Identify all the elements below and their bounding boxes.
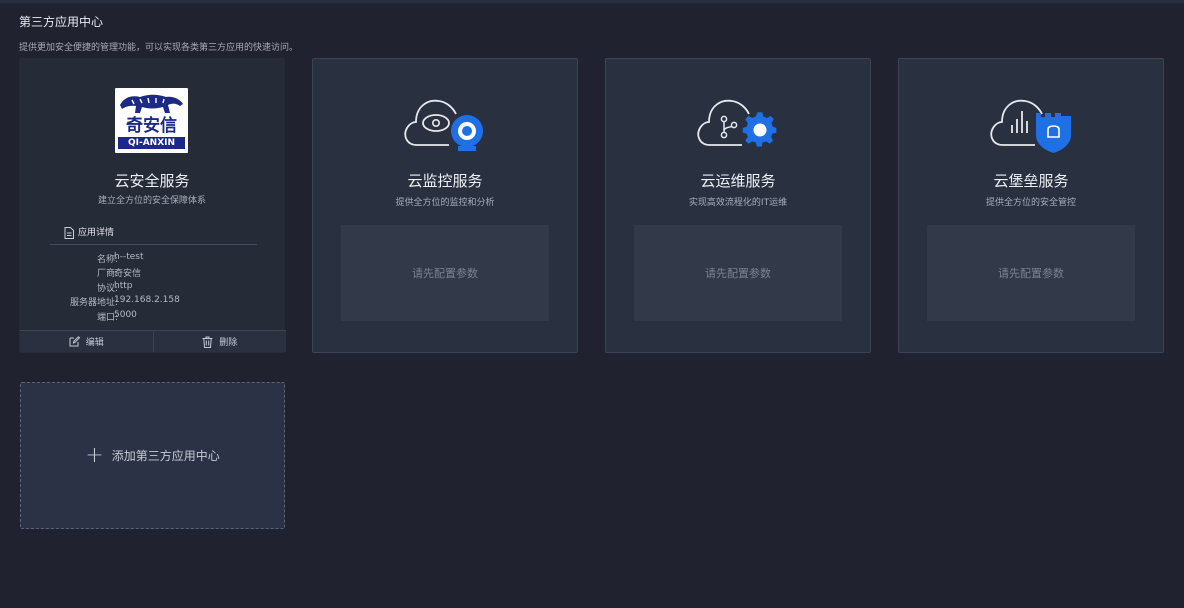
app-detail-label: 应用详情 — [78, 228, 115, 238]
logo-text-cn: 奇安信 — [126, 116, 177, 136]
detail-divider — [50, 244, 257, 245]
page-description: 提供更加安全便捷的管理功能，可以实现各类第三方应用的快速访问。 — [19, 43, 299, 53]
edit-label: 编辑 — [85, 338, 104, 348]
cloud-shield-icon — [990, 99, 1071, 153]
detail-row-vendor: 厂商: 奇安信 — [20, 266, 286, 280]
detail-row-protocol: 协议: http — [20, 281, 286, 295]
card-title: 云堡垒服务 — [993, 172, 1069, 190]
app-card-cloud-security: 奇安信 QI-ANXIN 云安全服务 建立全方位的安全保障体系 应用详情 名称:… — [19, 58, 286, 353]
cloud-gear-icon — [697, 99, 777, 147]
card-subtitle: 实现高效流程化的IT运维 — [688, 198, 788, 208]
logo-text-en: QI-ANXIN — [118, 137, 185, 149]
app-detail-header: 应用详情 — [64, 225, 114, 239]
delete-button[interactable]: 删除 — [152, 331, 287, 352]
app-card-cloud-ops[interactable]: 云运维服务 实现高效流程化的IT运维 请先配置参数 — [605, 58, 871, 353]
add-app-center-label: 添加第三方应用中心 — [111, 449, 220, 463]
card-title: 云安全服务 — [114, 172, 190, 190]
edit-button[interactable]: 编辑 — [20, 331, 153, 352]
cloud-camera-icon — [404, 99, 483, 151]
plus-icon: + — [85, 442, 104, 468]
edit-icon — [69, 336, 80, 347]
card-actions: 编辑 删除 — [20, 330, 286, 352]
top-divider — [0, 0, 1184, 3]
detail-row-port: 端口: 5000 — [20, 310, 286, 324]
qianxin-logo: 奇安信 QI-ANXIN — [115, 88, 188, 153]
add-app-center-button[interactable]: + 添加第三方应用中心 — [20, 382, 285, 529]
detail-value: 5000 — [114, 310, 137, 320]
document-icon — [64, 226, 74, 239]
detail-row-name: 名称: h--test — [20, 252, 286, 266]
tiger-logo-icon — [120, 94, 183, 113]
config-placeholder: 请先配置参数 — [341, 225, 549, 321]
config-placeholder: 请先配置参数 — [634, 225, 842, 321]
trash-icon — [202, 336, 213, 348]
config-placeholder: 请先配置参数 — [927, 225, 1135, 321]
detail-value: 奇安信 — [114, 269, 142, 279]
card-title: 云监控服务 — [407, 172, 483, 190]
detail-key: 服务器地址: — [69, 298, 118, 308]
app-card-cloud-bastion[interactable]: 云堡垒服务 提供全方位的安全管控 请先配置参数 — [898, 58, 1164, 353]
detail-value: 192.168.2.158 — [114, 295, 180, 305]
delete-label: 删除 — [219, 338, 238, 348]
card-title: 云运维服务 — [700, 172, 776, 190]
card-subtitle: 建立全方位的安全保障体系 — [97, 196, 206, 206]
app-card-cloud-monitor[interactable]: 云监控服务 提供全方位的监控和分析 请先配置参数 — [312, 58, 578, 353]
card-subtitle: 提供全方位的监控和分析 — [395, 198, 495, 208]
page-title: 第三方应用中心 — [19, 15, 104, 29]
detail-value: h--test — [114, 252, 144, 262]
detail-row-server: 服务器地址: 192.168.2.158 — [20, 295, 286, 309]
card-subtitle: 提供全方位的安全管控 — [985, 198, 1076, 208]
detail-value: http — [114, 281, 133, 291]
